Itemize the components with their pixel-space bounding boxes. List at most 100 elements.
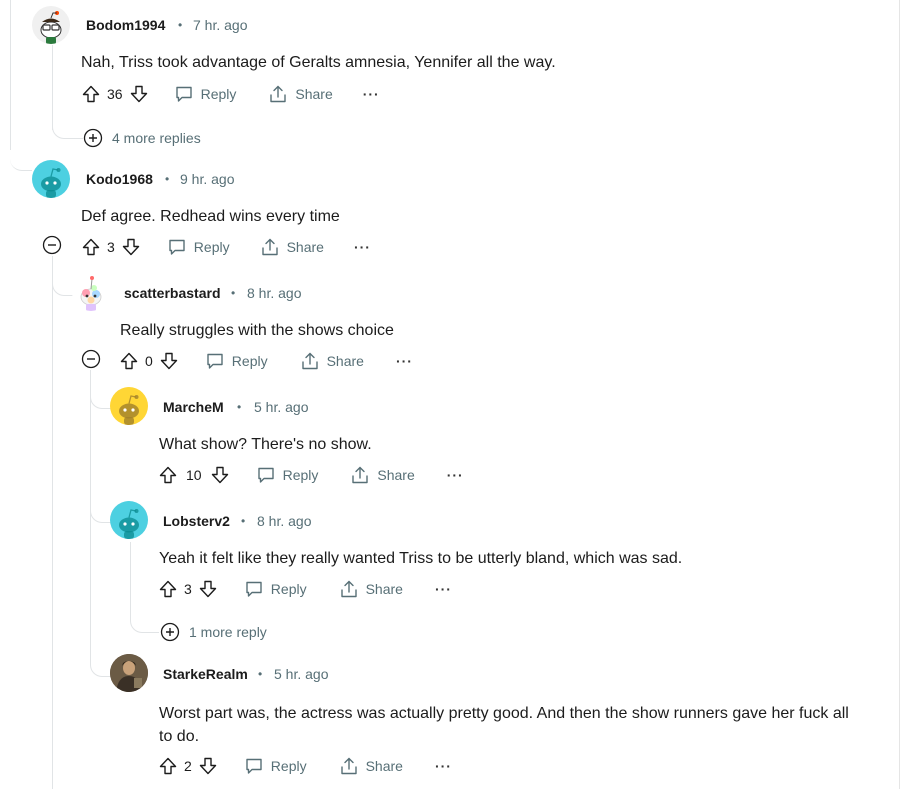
vote-score: 0 <box>145 353 153 369</box>
vote-score: 36 <box>107 86 123 102</box>
share-button[interactable]: Share <box>268 84 333 104</box>
comment-body: Yeah it felt like they really wanted Tri… <box>159 550 683 567</box>
share-icon <box>350 465 370 485</box>
vote-score: 3 <box>184 581 192 597</box>
share-label: Share <box>326 353 364 369</box>
share-label: Share <box>286 239 324 255</box>
upvote-icon[interactable] <box>81 84 101 104</box>
avatar[interactable] <box>110 501 148 539</box>
meta-separator: • <box>231 286 236 300</box>
downvote-icon[interactable] <box>198 579 218 599</box>
vote-group: 36 <box>81 84 149 104</box>
reply-label: Reply <box>270 758 307 774</box>
more-options-button[interactable]: ··· <box>435 581 452 597</box>
more-replies-label: 1 more reply <box>189 624 267 640</box>
thread-elbow <box>10 140 32 171</box>
more-options-button[interactable]: ··· <box>435 758 452 774</box>
username[interactable]: Kodo1968 <box>86 171 153 187</box>
more-replies-button[interactable]: 1 more reply <box>160 622 267 642</box>
downvote-icon[interactable] <box>210 465 230 485</box>
timestamp[interactable]: 5 hr. ago <box>274 666 329 682</box>
downvote-icon[interactable] <box>159 351 179 371</box>
vote-score: 3 <box>107 239 115 255</box>
upvote-icon[interactable] <box>119 351 139 371</box>
comment-body: Def agree. Redhead wins every time <box>81 208 340 225</box>
share-icon <box>260 237 280 257</box>
username[interactable]: MarcheM <box>163 399 224 415</box>
thread-line <box>90 370 91 665</box>
avatar[interactable] <box>110 387 148 425</box>
upvote-icon[interactable] <box>81 237 101 257</box>
timestamp[interactable]: 7 hr. ago <box>193 17 248 33</box>
more-options-button[interactable]: ··· <box>447 467 464 483</box>
vote-group: 10 <box>158 465 230 485</box>
more-options-button[interactable]: ··· <box>354 239 371 255</box>
avatar[interactable] <box>72 273 110 311</box>
reply-label: Reply <box>193 239 230 255</box>
share-button[interactable]: Share <box>339 756 403 776</box>
share-button[interactable]: Share <box>339 579 403 599</box>
share-icon <box>300 351 320 371</box>
reply-icon <box>174 84 194 104</box>
thread-elbow <box>52 118 83 139</box>
reply-icon <box>244 579 264 599</box>
collapse-icon[interactable] <box>42 235 62 255</box>
thread-elbow <box>130 608 159 633</box>
expand-icon <box>83 128 103 148</box>
more-options-button[interactable]: ··· <box>363 86 380 102</box>
reply-button[interactable]: Reply <box>256 465 318 485</box>
comment-body-line: Worst part was, the actress was actually… <box>159 705 849 722</box>
timestamp[interactable]: 8 hr. ago <box>257 513 312 529</box>
comment-body: Really struggles with the shows choice <box>120 322 394 339</box>
more-replies-button[interactable]: 4 more replies <box>83 128 201 148</box>
comment-actions: 3 Reply Share ··· <box>81 235 371 259</box>
share-button[interactable]: Share <box>300 351 364 371</box>
collapse-icon[interactable] <box>81 349 101 369</box>
username[interactable]: Bodom1994 <box>86 17 165 33</box>
avatar[interactable] <box>32 6 70 44</box>
timestamp[interactable]: 8 hr. ago <box>247 285 302 301</box>
meta-separator: • <box>258 667 263 681</box>
reply-icon <box>244 756 264 776</box>
reply-button[interactable]: Reply <box>174 84 237 104</box>
share-icon <box>268 84 288 104</box>
reply-button[interactable]: Reply <box>244 756 307 776</box>
more-options-button[interactable]: ··· <box>396 353 413 369</box>
thread-elbow <box>90 500 111 523</box>
upvote-icon[interactable] <box>158 465 178 485</box>
upvote-icon[interactable] <box>158 756 178 776</box>
share-button[interactable]: Share <box>350 465 415 485</box>
share-button[interactable]: Share <box>260 237 324 257</box>
thread-elbow <box>90 388 111 409</box>
reply-icon <box>205 351 225 371</box>
comment-actions: 36 Reply Share ··· <box>81 82 380 106</box>
share-icon <box>339 579 359 599</box>
upvote-icon[interactable] <box>158 579 178 599</box>
downvote-icon[interactable] <box>129 84 149 104</box>
share-label: Share <box>377 467 415 483</box>
avatar[interactable] <box>32 160 70 198</box>
timestamp[interactable]: 9 hr. ago <box>180 171 235 187</box>
username[interactable]: Lobsterv2 <box>163 513 230 529</box>
reply-button[interactable]: Reply <box>244 579 307 599</box>
downvote-icon[interactable] <box>198 756 218 776</box>
reply-icon <box>256 465 276 485</box>
vote-score: 10 <box>186 467 202 483</box>
username[interactable]: StarkeRealm <box>163 666 248 682</box>
vote-group: 2 <box>158 756 218 776</box>
username[interactable]: scatterbastard <box>124 285 221 301</box>
timestamp[interactable]: 5 hr. ago <box>254 399 309 415</box>
reply-button[interactable]: Reply <box>167 237 230 257</box>
meta-separator: • <box>178 18 183 32</box>
meta-separator: • <box>241 514 246 528</box>
vote-group: 3 <box>158 579 218 599</box>
share-label: Share <box>365 581 403 597</box>
reply-label: Reply <box>200 86 237 102</box>
avatar[interactable] <box>110 654 148 692</box>
vote-score: 2 <box>184 758 192 774</box>
comment-body: Nah, Triss took advantage of Geralts amn… <box>81 54 556 71</box>
share-label: Share <box>365 758 403 774</box>
downvote-icon[interactable] <box>121 237 141 257</box>
reply-button[interactable]: Reply <box>205 351 268 371</box>
vote-group: 3 <box>81 237 141 257</box>
